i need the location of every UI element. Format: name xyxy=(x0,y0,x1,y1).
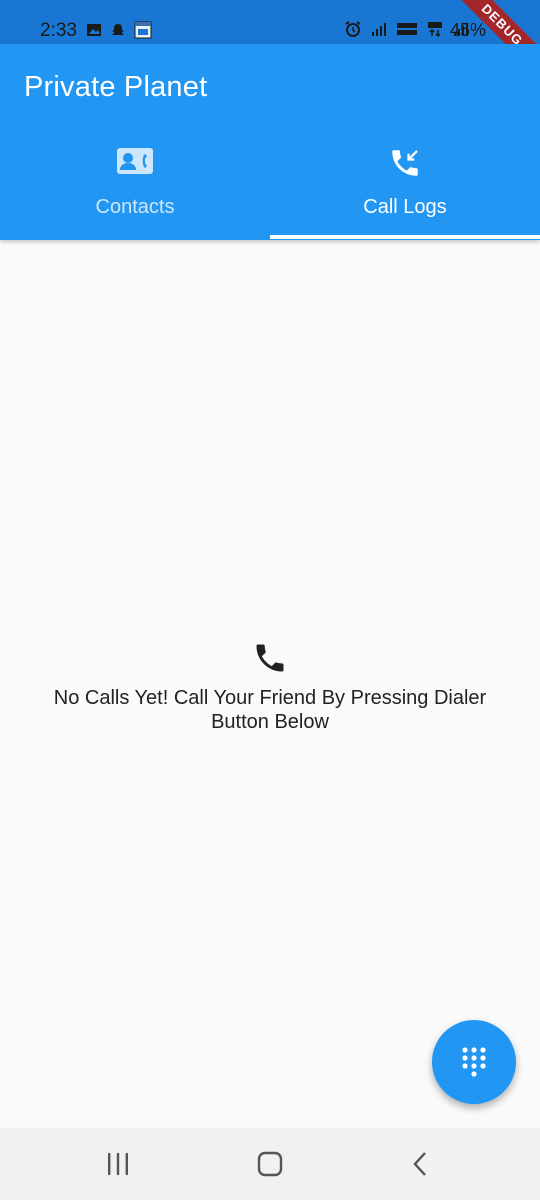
tab-call-logs-label: Call Logs xyxy=(363,196,447,218)
empty-message: No Calls Yet! Call Your Friend By Pressi… xyxy=(53,687,487,733)
phone-icon xyxy=(256,644,284,672)
home-icon xyxy=(257,1151,283,1177)
recents-icon xyxy=(108,1153,128,1175)
tab-call-logs[interactable]: Call Logs xyxy=(270,140,540,236)
calendar-icon xyxy=(134,21,152,39)
back-icon xyxy=(413,1152,426,1176)
contact-card-icon xyxy=(117,148,153,174)
tab-contacts-label: Contacts xyxy=(95,196,175,218)
app-title: Private Planet xyxy=(24,71,208,103)
signal-icon xyxy=(372,23,386,36)
system-nav-bar xyxy=(0,1128,540,1200)
dialer-fab[interactable] xyxy=(432,1020,516,1104)
volte-icon xyxy=(397,23,417,35)
tab-indicator xyxy=(270,235,540,239)
snapchat-icon xyxy=(112,24,124,35)
4g-icon xyxy=(428,22,442,38)
app-bar: Private Planet Contacts Call Logs xyxy=(0,44,540,240)
status-left-icons xyxy=(86,21,152,39)
alarm-icon xyxy=(345,21,361,37)
back-button[interactable] xyxy=(400,1148,440,1180)
status-time: 2:33 xyxy=(40,20,77,41)
home-button[interactable] xyxy=(250,1148,290,1180)
tab-contacts[interactable]: Contacts xyxy=(0,140,270,236)
call-received-icon xyxy=(392,150,418,176)
recents-button[interactable] xyxy=(98,1148,138,1180)
dialpad-icon xyxy=(462,1047,486,1077)
image-icon xyxy=(87,24,101,36)
empty-state: No Calls Yet! Call Your Friend By Pressi… xyxy=(0,640,540,734)
battery-level: 45% xyxy=(450,20,487,40)
status-bar: 2:33 45% xyxy=(0,0,540,44)
